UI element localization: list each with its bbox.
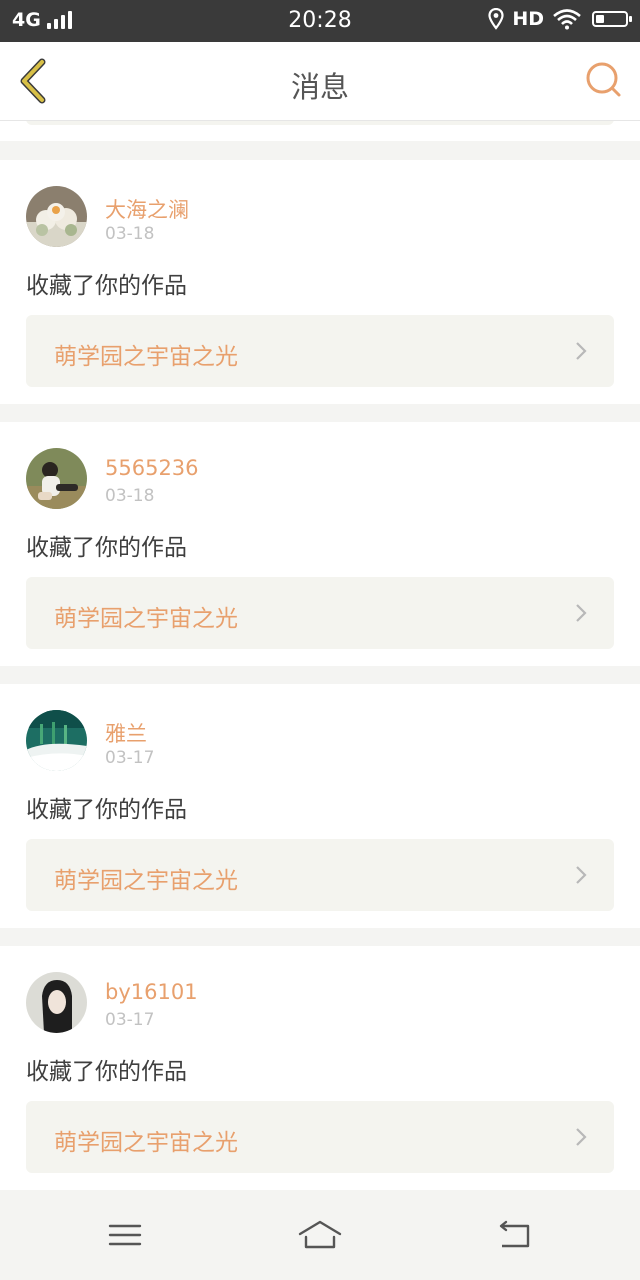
system-back-button[interactable]: [496, 1218, 536, 1252]
home-button[interactable]: [298, 1218, 342, 1252]
message-date: 03-17: [105, 1010, 155, 1030]
message-date: 03-17: [105, 748, 155, 768]
previous-work-link[interactable]: [26, 121, 614, 125]
search-button[interactable]: [584, 60, 624, 100]
home-icon: [298, 1220, 342, 1249]
menu-icon: [108, 1224, 142, 1246]
location-icon: [488, 8, 504, 30]
message-card: 大海之澜 03-18 收藏了你的作品 萌学园之宇宙之光: [0, 160, 640, 404]
status-icons: HD: [480, 8, 632, 30]
wifi-icon: [552, 8, 582, 30]
status-bar: 4G 20:28 HD: [0, 0, 640, 42]
message-list[interactable]: 大海之澜 03-18 收藏了你的作品 萌学园之宇宙之光 5565236 03-1…: [0, 121, 640, 1190]
header: 消息: [0, 42, 640, 121]
search-icon: [586, 62, 621, 97]
work-link[interactable]: 萌学园之宇宙之光: [26, 577, 614, 649]
work-link[interactable]: 萌学园之宇宙之光: [26, 1101, 614, 1173]
page-title: 消息: [290, 70, 349, 104]
message-card: 雅兰 03-17 收藏了你的作品 萌学园之宇宙之光: [0, 684, 640, 928]
username[interactable]: 大海之澜: [105, 194, 189, 224]
avatar[interactable]: [26, 972, 87, 1033]
chevron-right-icon: [576, 866, 587, 884]
chevron-right-icon: [576, 604, 587, 622]
work-title: 萌学园之宇宙之光: [54, 1130, 238, 1156]
avatar[interactable]: [26, 448, 87, 509]
username[interactable]: 雅兰: [105, 718, 147, 748]
avatar[interactable]: [26, 710, 87, 771]
battery-icon: [592, 11, 632, 27]
work-title: 萌学园之宇宙之光: [54, 868, 238, 894]
avatar[interactable]: [26, 186, 87, 247]
chevron-right-icon: [576, 342, 587, 360]
work-link[interactable]: 萌学园之宇宙之光: [26, 839, 614, 911]
message-text: 收藏了你的作品: [26, 273, 187, 299]
back-icon: [499, 1220, 530, 1248]
message-text: 收藏了你的作品: [26, 535, 187, 561]
message-card: by16101 03-17 收藏了你的作品 萌学园之宇宙之光: [0, 946, 640, 1190]
hd-label: HD: [512, 8, 544, 30]
message-date: 03-18: [105, 224, 155, 244]
message-date: 03-18: [105, 486, 155, 506]
work-link[interactable]: 萌学园之宇宙之光: [26, 315, 614, 387]
message-card: 5565236 03-18 收藏了你的作品 萌学园之宇宙之光: [0, 422, 640, 666]
username[interactable]: 5565236: [105, 456, 199, 480]
previous-card-partial: [0, 121, 640, 141]
message-text: 收藏了你的作品: [26, 797, 187, 823]
chevron-right-icon: [576, 1128, 587, 1146]
message-text: 收藏了你的作品: [26, 1059, 187, 1085]
system-nav-bar: [0, 1190, 640, 1280]
work-title: 萌学园之宇宙之光: [54, 606, 238, 632]
work-title: 萌学园之宇宙之光: [54, 344, 238, 370]
username[interactable]: by16101: [105, 980, 198, 1004]
menu-button[interactable]: [106, 1218, 146, 1252]
